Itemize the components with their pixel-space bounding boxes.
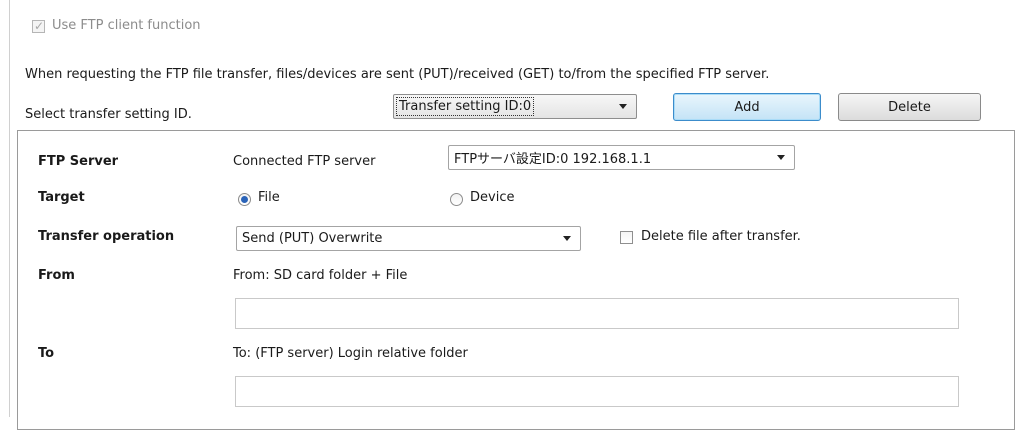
description-text: When requesting the FTP file transfer, f… [25, 67, 770, 82]
ftp-server-dropdown[interactable]: FTPサーバ設定ID:0 192.168.1.1 [448, 145, 795, 170]
transfer-setting-dropdown[interactable]: Transfer setting ID:0 [393, 94, 637, 119]
chevron-down-icon [563, 236, 571, 241]
radio-selected-dot [241, 196, 248, 203]
from-description: From: SD card folder + File [233, 268, 408, 283]
to-description: To: (FTP server) Login relative folder [233, 346, 468, 361]
from-input[interactable] [235, 298, 959, 329]
transfer-operation-label: Transfer operation [38, 229, 175, 244]
target-file-label: File [258, 190, 280, 205]
delete-button[interactable]: Delete [838, 93, 981, 121]
transfer-setting-label: Select transfer setting ID. [25, 107, 192, 122]
chevron-down-icon [619, 104, 627, 109]
add-button[interactable]: Add [673, 93, 821, 121]
ftp-server-label: FTP Server [38, 154, 119, 169]
delete-after-transfer-checkbox[interactable] [620, 231, 633, 244]
use-ftp-client-checkbox[interactable]: ✓ [32, 19, 45, 33]
connected-ftp-server-label: Connected FTP server [233, 154, 376, 169]
delete-after-transfer-label: Delete file after transfer. [641, 229, 801, 244]
transfer-operation-value: Send (PUT) Overwrite [242, 231, 383, 246]
from-label: From [38, 268, 75, 283]
target-device-radio[interactable] [450, 193, 463, 206]
transfer-operation-dropdown[interactable]: Send (PUT) Overwrite [236, 226, 581, 251]
left-border [9, 0, 10, 417]
to-label: To [38, 346, 55, 361]
ftp-server-value: FTPサーバ設定ID:0 192.168.1.1 [454, 152, 652, 167]
checkmark-icon: ✓ [34, 19, 45, 33]
target-label: Target [38, 190, 85, 205]
to-input[interactable] [235, 376, 959, 407]
use-ftp-client-label: Use FTP client function [52, 18, 201, 33]
transfer-setting-value: Transfer setting ID:0 [395, 97, 535, 116]
chevron-down-icon [777, 155, 785, 160]
target-device-label: Device [470, 190, 515, 205]
target-file-radio[interactable] [238, 193, 251, 206]
